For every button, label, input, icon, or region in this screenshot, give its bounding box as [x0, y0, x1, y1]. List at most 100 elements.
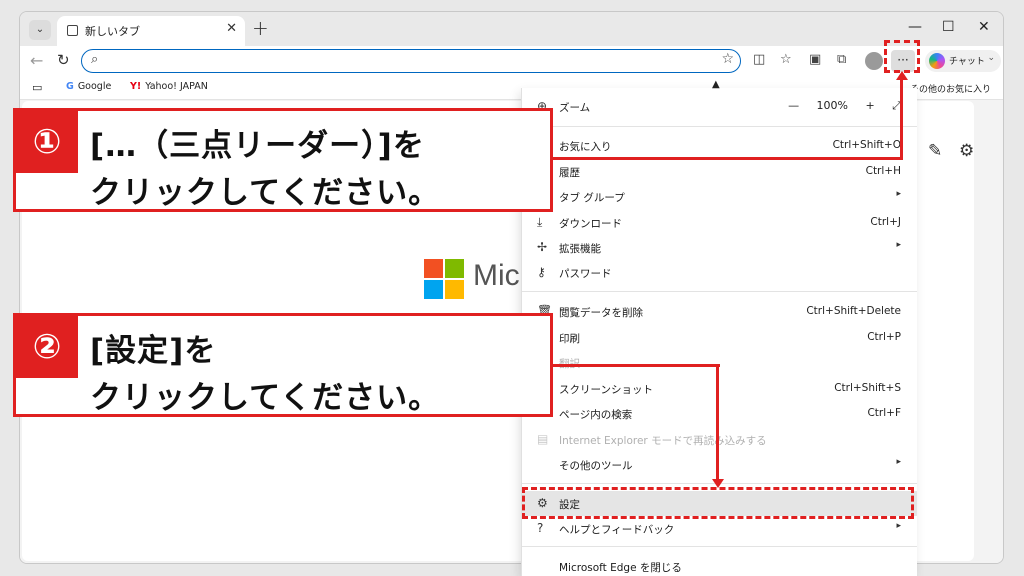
microsoft-logo-icon	[424, 259, 464, 299]
tab-new-tab[interactable]: 新しいタブ ✕	[57, 16, 245, 46]
menu-item-extensions[interactable]: ✢ 拡張機能 ▸	[522, 235, 917, 260]
menu-label: ズーム	[559, 102, 591, 114]
puzzle-icon: ✢	[537, 240, 548, 254]
annotation-connector	[550, 364, 720, 367]
copilot-icon	[929, 53, 945, 69]
address-bar[interactable]: ⌕ ☆	[81, 49, 741, 73]
chevron-down-icon: ⌄	[987, 53, 995, 63]
callout-number: ①	[16, 111, 78, 173]
edit-icon[interactable]: ✎	[928, 141, 942, 161]
favorites-icon[interactable]: ☆	[780, 52, 792, 67]
menu-item-print[interactable]: ⎙ 印刷 Ctrl+P	[522, 325, 917, 350]
copilot-label: チャット	[949, 57, 985, 67]
menu-item-translate[interactable]: あ 翻訳	[522, 350, 917, 375]
annotation-connector	[716, 364, 719, 480]
annotation-connector	[900, 78, 903, 160]
search-icon: ⌕	[91, 52, 99, 67]
minimize-button[interactable]: —	[908, 19, 922, 35]
annotation-connector	[550, 157, 903, 160]
microsoft-brand-text: Mic	[473, 259, 520, 292]
menu-item-passwords[interactable]: ⚷ パスワード	[522, 260, 917, 285]
submenu-arrow-icon: ▸	[896, 240, 901, 250]
back-icon[interactable]: ←	[30, 51, 43, 70]
menu-label: ページ内の検索	[559, 409, 633, 421]
maximize-button[interactable]: ☐	[942, 19, 955, 35]
settings-item-highlight	[522, 487, 914, 519]
callout-text-line2: クリックしてください。	[90, 380, 441, 416]
menu-shortcut: Ctrl+Shift+O	[832, 139, 901, 151]
tab-actions-button[interactable]: ⌄	[29, 20, 51, 40]
arrow-up-icon	[895, 71, 908, 80]
submenu-arrow-icon: ▸	[896, 457, 901, 467]
menu-item-zoom: ⊕ ズーム — 100% + ⤢	[522, 94, 917, 119]
menu-label: 拡張機能	[559, 243, 601, 255]
menu-shortcut: Ctrl+P	[867, 331, 901, 343]
split-screen-icon[interactable]: ◫	[753, 52, 765, 67]
yahoo-icon: Y!	[130, 81, 142, 92]
favorite-label: Google	[77, 81, 112, 92]
menu-label: お気に入り	[559, 141, 612, 153]
callout-text-line2: クリックしてください。	[90, 175, 441, 211]
menu-item-help[interactable]: ? ヘルプとフィードバック ▸	[522, 516, 917, 541]
menu-label: タブ グループ	[559, 192, 625, 204]
menu-label: ヘルプとフィードバック	[559, 524, 675, 536]
help-icon: ?	[537, 521, 544, 535]
submenu-arrow-icon: ▸	[896, 521, 901, 531]
tab-title: 新しいタブ	[85, 25, 140, 38]
other-favorites[interactable]: その他のお気に入り	[910, 82, 991, 95]
menu-item-more-tools[interactable]: その他のツール ▸	[522, 452, 917, 477]
close-window-button[interactable]: ✕	[978, 19, 990, 35]
menu-label: 閲覧データを削除	[559, 307, 643, 319]
menu-divider	[522, 291, 917, 292]
new-tab-button[interactable]: +	[252, 16, 269, 40]
menu-label: ダウンロード	[559, 218, 622, 230]
menu-item-tab-groups[interactable]: ▭ タブ グループ ▸	[522, 184, 917, 209]
menu-label: 履歴	[559, 167, 580, 179]
menu-item-find[interactable]: ⌕ ページ内の検索 Ctrl+F	[522, 401, 917, 426]
menu-shortcut: Ctrl+H	[865, 165, 901, 177]
profile-avatar[interactable]	[865, 52, 883, 70]
zoom-controls: — 100% + ⤢	[788, 99, 901, 113]
download-icon: ⤓	[537, 215, 543, 229]
favorite-google[interactable]: G Google	[66, 81, 111, 92]
collections-icon[interactable]: ▣	[809, 52, 821, 67]
menu-item-screenshot[interactable]: ✂ スクリーンショット Ctrl+Shift+S	[522, 376, 917, 401]
gear-icon[interactable]: ⚙	[959, 141, 974, 161]
copilot-button[interactable]: チャット ⌄	[925, 50, 1001, 72]
more-button-highlight	[884, 40, 920, 73]
zoom-in-button[interactable]: +	[865, 99, 874, 112]
refresh-icon[interactable]: ↻	[57, 51, 70, 69]
callout-step-2: ② [設定]を クリックしてください。	[13, 313, 553, 417]
key-icon: ⚷	[537, 265, 546, 279]
callout-text-line1: [設定]を	[90, 333, 217, 369]
callout-number: ②	[16, 316, 78, 378]
menu-label: パスワード	[559, 268, 612, 280]
menu-label: Microsoft Edge を閉じる	[559, 562, 682, 574]
favorite-yahoo[interactable]: Y! Yahoo! JAPAN	[130, 81, 208, 92]
menu-label: 印刷	[559, 333, 580, 345]
menu-item-favorites[interactable]: ☆ お気に入り Ctrl+Shift+O	[522, 133, 917, 158]
zoom-out-button[interactable]: —	[788, 99, 799, 112]
reading-list-icon[interactable]: ▭	[32, 81, 42, 94]
screenshot-icon[interactable]: ⧉	[837, 52, 846, 67]
menu-item-history[interactable]: ◷ 履歴 Ctrl+H	[522, 159, 917, 184]
menu-divider	[522, 126, 917, 127]
menu-shortcut: Ctrl+J	[870, 216, 901, 228]
menu-item-close-edge[interactable]: Microsoft Edge を閉じる	[522, 554, 917, 576]
menu-item-clear-data[interactable]: 🗑 閲覧データを削除 Ctrl+Shift+Delete	[522, 299, 917, 324]
callout-step-1: ① […（三点リーダー）]を クリックしてください。	[13, 108, 553, 212]
tab-close-icon[interactable]: ✕	[226, 21, 237, 36]
zoom-level: 100%	[816, 99, 848, 112]
favorite-star-icon[interactable]: ☆	[721, 51, 734, 67]
tab-page-icon	[67, 25, 78, 36]
menu-label: Internet Explorer モードで再読み込みする	[559, 435, 767, 447]
submenu-arrow-icon: ▸	[896, 189, 901, 199]
menu-item-ie-mode[interactable]: ▤ Internet Explorer モードで再読み込みする	[522, 427, 917, 452]
menu-shortcut: Ctrl+F	[867, 407, 901, 419]
favorite-label: Yahoo! JAPAN	[145, 81, 208, 92]
callout-text-line1: […（三点リーダー）]を	[90, 128, 425, 164]
menu-item-downloads[interactable]: ⤓ ダウンロード Ctrl+J	[522, 210, 917, 235]
title-bar: ⌄ 新しいタブ ✕ + — ☐ ✕	[20, 12, 1003, 46]
menu-shortcut: Ctrl+Shift+S	[834, 382, 901, 394]
menu-label: その他のツール	[559, 460, 633, 472]
